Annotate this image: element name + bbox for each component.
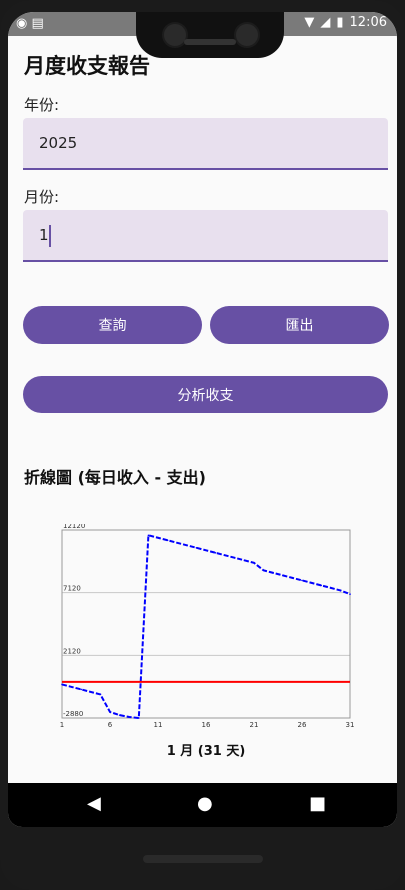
x-tick-label: 21: [250, 721, 259, 729]
data-point: [272, 572, 274, 574]
line-chart: -28802120712012120 1 6 11 16 21 26 31 1 月 (31 …: [60, 524, 355, 759]
bottom-speaker: [143, 855, 263, 863]
status-right-icons: ▼ ◢ ▮ 12:06: [304, 15, 387, 30]
data-point: [70, 686, 73, 688]
data-point: [118, 714, 121, 716]
y-tick-label: 2120: [63, 647, 81, 655]
data-point: [157, 536, 159, 539]
data-point: [205, 549, 207, 552]
data-point: [291, 577, 294, 579]
page-title: 月度收支報告: [24, 54, 150, 78]
earpiece-speaker: [184, 39, 236, 45]
export-button[interactable]: 匯出: [210, 306, 389, 344]
query-button[interactable]: 查詢: [23, 306, 202, 344]
data-point: [214, 552, 217, 554]
sim-icon: ▤: [31, 16, 44, 31]
data-point: [166, 539, 169, 542]
x-axis-label: 1 月 (31 天): [167, 744, 246, 759]
status-left-icons: ◉ ▤: [16, 16, 44, 31]
data-point: [128, 716, 130, 718]
year-input-value: 2025: [39, 134, 78, 152]
text-cursor: [49, 225, 51, 247]
month-label: 月份:: [24, 188, 60, 206]
data-point: [147, 534, 150, 537]
signal-icon: ◢: [320, 15, 331, 30]
data-point: [253, 562, 255, 564]
month-input-value: 1: [39, 226, 49, 244]
data-point: [330, 587, 332, 589]
y-tick-label: 12120: [63, 524, 85, 530]
x-tick-labels: 1 6 11 16 21 26 31: [60, 721, 355, 729]
x-tick-label: 16: [202, 721, 211, 729]
wifi-icon: ▼: [304, 15, 315, 30]
chart-section-title: 折線圖 (每日收入 - 支出): [24, 468, 206, 487]
status-time: 12:06: [349, 15, 387, 30]
year-label: 年份:: [24, 96, 60, 114]
navigation-bar: ◀ ● ■: [8, 783, 397, 827]
data-point: [99, 693, 102, 696]
data-point: [320, 584, 323, 587]
data-point: [186, 544, 188, 547]
x-tick-label: 26: [298, 721, 307, 729]
data-point: [80, 688, 82, 691]
battery-icon: ▮: [336, 15, 344, 30]
x-tick-label: 11: [154, 721, 163, 729]
data-point: [349, 593, 351, 595]
month-input[interactable]: 1: [23, 210, 388, 262]
series-lines: [61, 533, 351, 720]
recents-icon[interactable]: ■: [309, 793, 326, 814]
data-point: [138, 717, 140, 719]
y-tick-label: 7120: [63, 585, 81, 593]
plot-frame: [61, 529, 351, 719]
data-point: [234, 557, 236, 559]
data-point: [262, 569, 265, 572]
x-tick-label: 6: [108, 721, 113, 729]
camera-notch: [136, 12, 284, 58]
series-line-net: [61, 533, 351, 720]
y-tick-labels: -2880 2120 7120 12120: [63, 524, 85, 718]
data-point: [339, 589, 342, 592]
app-screen: ◉ ▤ ▼ ◢ ▮ 12:06 月度收支報告 年份: 2025 月份: 1 查詢…: [8, 12, 397, 827]
data-point: [310, 582, 313, 584]
front-camera-right: [234, 22, 260, 48]
x-tick-label: 1: [60, 721, 64, 729]
x-tick-label: 31: [346, 721, 355, 729]
back-icon[interactable]: ◀: [87, 793, 101, 814]
record-icon: ◉: [16, 16, 28, 31]
data-point: [61, 683, 63, 686]
data-point: [243, 559, 246, 562]
year-input[interactable]: 2025: [23, 118, 388, 170]
data-point: [90, 691, 92, 693]
data-point: [301, 579, 303, 582]
data-point: [176, 541, 178, 544]
y-tick-label: -2880: [63, 710, 83, 718]
chart-grid: [62, 529, 350, 719]
home-icon[interactable]: ●: [197, 793, 213, 814]
data-point: [224, 554, 226, 557]
data-point: [109, 711, 111, 713]
data-point: [282, 574, 284, 577]
analyze-button[interactable]: 分析收支: [23, 376, 388, 413]
data-point: [195, 546, 198, 549]
